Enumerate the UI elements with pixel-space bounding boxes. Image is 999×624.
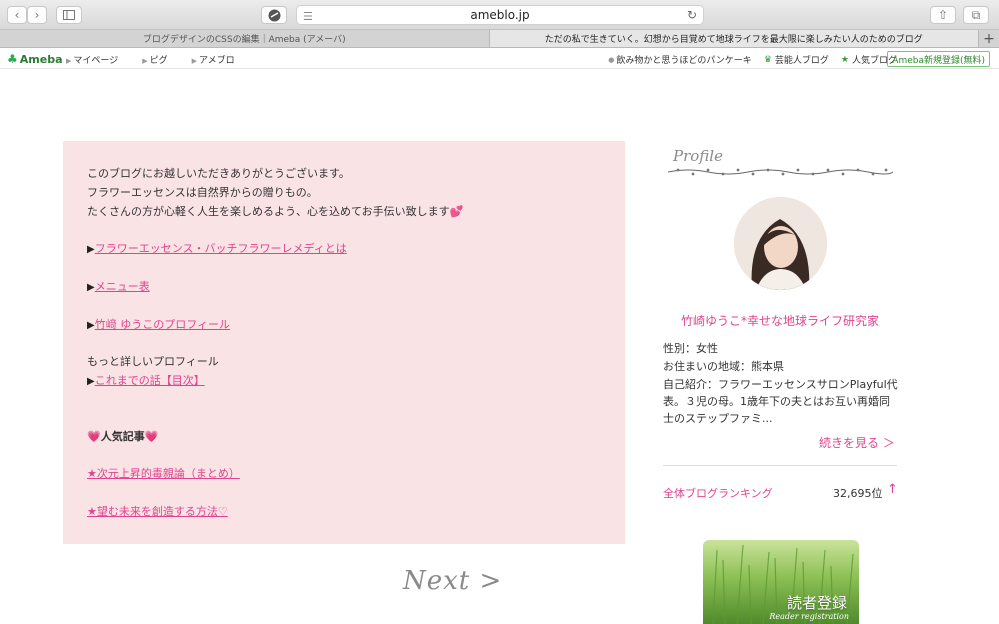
link-row-essence: ▶フラワーエッセンス・バッチフラワーレメディとは <box>87 240 347 256</box>
profile-gender: 性別：女性 <box>663 342 718 355</box>
reload-icon[interactable]: ↻ <box>687 8 697 22</box>
reader-icon[interactable]: ☰ <box>303 10 313 23</box>
link-row-menu: ▶メニュー表 <box>87 278 150 294</box>
tab-css-editor[interactable]: ブログデザインのCSSの編集｜Ameba (アメーバ) <box>0 30 490 47</box>
intro-line-3: たくさんの方が心軽く人生を楽しめるよう、心を込めてお手伝い致します💕 <box>87 205 464 218</box>
link-popular-1[interactable]: ★次元上昇的毒親論（まとめ） <box>87 467 240 480</box>
read-more-link[interactable]: 続きを見る ＞ <box>819 434 895 451</box>
star-icon: ★ <box>840 54 849 65</box>
ameba-nav: ▶ マイページ ▶ ピグ ▶ アメブロ <box>66 53 259 66</box>
triangle-icon: ▶ <box>87 376 95 387</box>
profile-intro-3: 士のステップファミ... <box>663 412 773 425</box>
ameba-nav-right: ● 飲み物かと思うほどのパンケーキ ♛ 芸能人ブログ ★ 人気ブログ <box>596 53 897 67</box>
link-profile[interactable]: 竹﨑 ゆうこのプロフィール <box>95 318 230 331</box>
next-link[interactable]: Next > <box>403 566 502 596</box>
browser-toolbar: ‹ › ☰ ameblo.jp ↻ ⇧ ⧉ <box>0 0 999 30</box>
ameba-logo[interactable]: ♣ Ameba <box>7 52 63 66</box>
new-tab-button[interactable]: + <box>979 30 999 47</box>
avatar-photo <box>734 197 827 290</box>
link-row-profile: ▶竹﨑 ゆうこのプロフィール <box>87 316 230 332</box>
link-popular-2[interactable]: ★望む未来を創造する方法♡ <box>87 505 228 518</box>
nav-ameblo[interactable]: ▶ アメブロ <box>192 53 247 66</box>
heart-icon: 💗 <box>87 430 101 443</box>
reader-registration-banner[interactable]: 読者登録 Reader registration <box>703 540 859 624</box>
nav-topic[interactable]: ● 飲み物かと思うほどのパンケーキ <box>608 53 752 67</box>
triangle-icon: ▶ <box>87 282 95 293</box>
popular-heading: 💗人気記事💗 <box>87 430 159 443</box>
nav-mypage[interactable]: ▶ マイページ <box>66 53 130 66</box>
tabs-overview-button[interactable]: ⧉ <box>963 6 989 24</box>
profile-heading: Profile <box>673 147 723 165</box>
profile-intro-1: 自己紹介：フラワーエッセンスサロンPlayful代 <box>663 378 898 391</box>
vine-divider <box>668 168 893 176</box>
link-flower-essence[interactable]: フラワーエッセンス・バッチフラワーレメディとは <box>95 242 347 255</box>
welcome-box: このブログにお越しいただきありがとうございます。 フラワーエッセンスは自然界から… <box>63 141 625 544</box>
popular-row-2: ★望む未来を創造する方法♡ <box>87 503 228 519</box>
popular-row-1: ★次元上昇的毒親論（まとめ） <box>87 465 240 481</box>
crown-icon: ♛ <box>763 54 772 65</box>
profile-residence: お住まいの地域：熊本県 <box>663 360 784 373</box>
chevron-left-icon: ‹ <box>14 8 20 22</box>
ameba-header: ♣ Ameba ▶ マイページ ▶ ピグ ▶ アメブロ ● 飲み物かと思うほどのパンケーキ… <box>0 48 999 69</box>
sidebar-icon <box>63 10 75 20</box>
nav-celebrity-blog[interactable]: ♛ 芸能人ブログ <box>763 53 829 67</box>
link-menu[interactable]: メニュー表 <box>95 280 150 293</box>
url-text: ameblo.jp <box>470 8 530 22</box>
heart-icon: 💗 <box>144 430 159 443</box>
arrow-up-icon: ↑ <box>887 482 898 497</box>
back-button[interactable]: ‹ <box>7 6 27 24</box>
tab-blog[interactable]: ただの私で生きていく。幻想から目覚めて地球ライフを最大限に楽しみたい人のためのブ… <box>489 30 979 47</box>
ameba-mascot-icon: ♣ <box>7 52 18 66</box>
address-bar[interactable]: ☰ ameblo.jp ↻ <box>296 5 704 25</box>
ranking-link[interactable]: 全体ブログランキング <box>663 485 773 501</box>
tabs-icon: ⧉ <box>971 7 981 22</box>
forward-button[interactable]: › <box>27 6 47 24</box>
sidebar-toggle-button[interactable] <box>56 6 82 24</box>
heart-icon: 💕 <box>449 205 464 218</box>
register-button[interactable]: Ameba新規登録(無料) <box>887 51 990 67</box>
link-story-index[interactable]: これまでの話【目次】 <box>95 374 205 387</box>
profile-intro-2: 表。３児の母。1歳年下の夫とはお互い再婚同 <box>663 395 890 408</box>
tab-bar: ブログデザインのCSSの編集｜Ameba (アメーバ) ただの私で生きていく。幻… <box>0 30 999 48</box>
profile-name[interactable]: 竹崎ゆうこ*幸せな地球ライフ研究家 <box>663 312 897 329</box>
triangle-icon: ▶ <box>87 320 95 331</box>
share-icon: ⇧ <box>937 8 949 22</box>
reader-subtitle: Reader registration <box>769 612 849 621</box>
triangle-icon: ▶ <box>87 244 95 255</box>
intro-line-1: このブログにお越しいただきありがとうございます。 <box>87 167 350 180</box>
divider <box>663 465 897 466</box>
ranking-value: 32,695位 <box>833 487 883 500</box>
link-row-story: ▶これまでの話【目次】 <box>87 372 205 388</box>
more-profile-text: もっと詳しいプロフィール <box>87 355 219 368</box>
extension-button[interactable] <box>261 6 287 24</box>
profile-avatar[interactable] <box>734 197 827 290</box>
intro-line-2: フラワーエッセンスは自然界からの贈りもの。 <box>87 186 318 199</box>
share-button[interactable]: ⇧ <box>930 6 956 24</box>
chevron-right-icon: › <box>34 8 40 22</box>
reader-title: 読者登録 <box>786 594 847 612</box>
nav-pigg[interactable]: ▶ ピグ <box>142 53 179 66</box>
extension-icon <box>268 9 280 21</box>
